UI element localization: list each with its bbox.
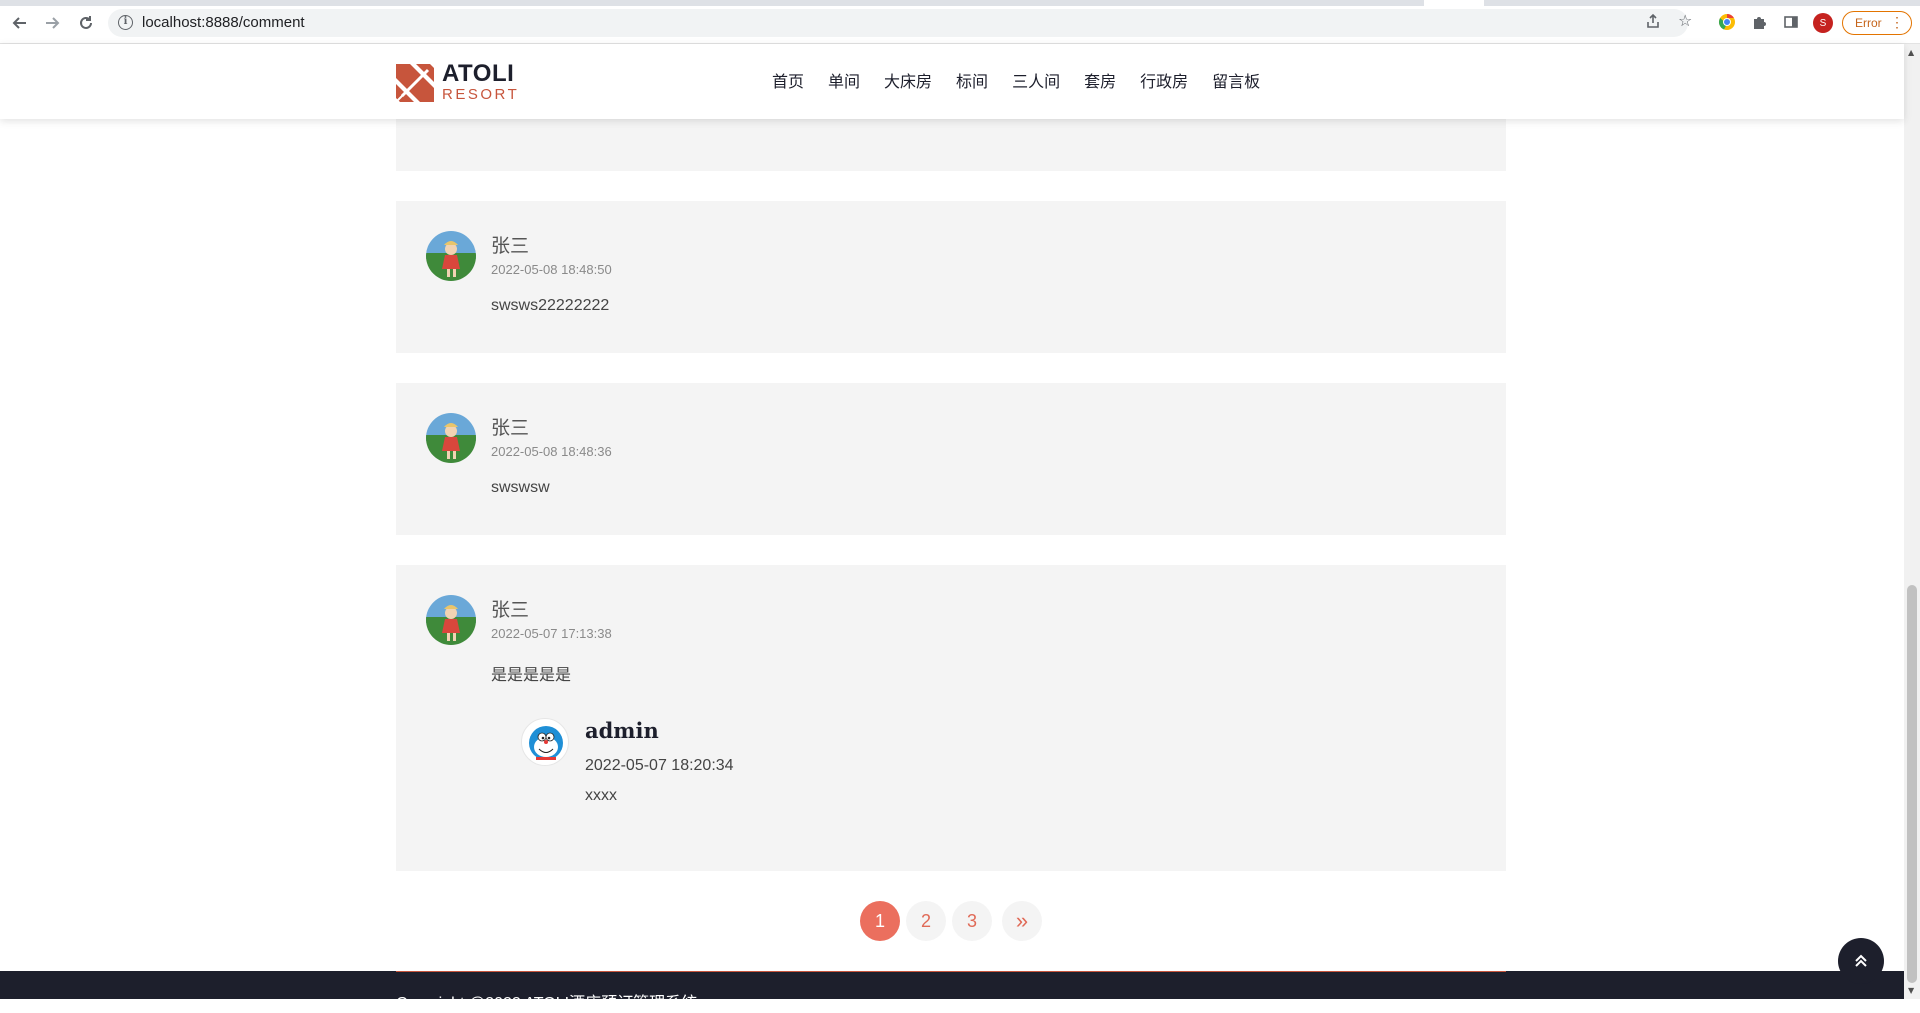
address-bar[interactable]: i localhost:8888/comment xyxy=(108,9,1688,37)
nav-item-standard[interactable]: 标间 xyxy=(944,70,1000,94)
forward-icon[interactable] xyxy=(40,11,64,35)
comment-date: 2022-05-07 17:13:38 xyxy=(491,626,612,641)
nav-item-home[interactable]: 首页 xyxy=(760,70,816,94)
logo-subtitle: RESORT xyxy=(442,86,520,103)
nav-item-suite[interactable]: 套房 xyxy=(1072,70,1128,94)
nav-item-triple[interactable]: 三人间 xyxy=(1000,70,1072,94)
back-to-top-button[interactable] xyxy=(1838,938,1884,984)
site-logo[interactable]: ATOLI RESORT xyxy=(396,60,520,104)
next-page-button[interactable]: » xyxy=(1002,901,1042,941)
footer-divider xyxy=(396,971,1506,972)
user-avatar xyxy=(426,595,476,645)
tab-strip xyxy=(0,0,1920,6)
comment-author: 张三 xyxy=(491,417,530,439)
reply-date: 2022-05-07 18:20:34 xyxy=(585,757,734,774)
extension-chrome-icon[interactable] xyxy=(1717,12,1737,32)
admin-reply: admin 2022-05-07 18:20:34 xxxx xyxy=(521,718,1121,818)
bookmark-star-icon[interactable]: ☆ xyxy=(1678,11,1692,30)
url-text: localhost:8888/comment xyxy=(142,14,305,31)
site-info-icon[interactable]: i xyxy=(118,15,133,30)
profile-avatar[interactable]: S xyxy=(1813,13,1833,33)
extensions-puzzle-icon[interactable] xyxy=(1749,12,1769,32)
comment-text: swsws22222222 xyxy=(491,297,610,314)
comment-text: 是是是是是 xyxy=(491,667,572,684)
kebab-menu-icon[interactable]: ⋮ xyxy=(1890,14,1904,31)
logo-mark-icon xyxy=(396,64,434,102)
double-chevron-right-icon: » xyxy=(1015,908,1029,933)
comment-author: 张三 xyxy=(491,235,530,257)
scrollbar-thumb[interactable] xyxy=(1907,585,1917,983)
reply-author: admin xyxy=(585,718,659,743)
page-3-button[interactable]: 3 xyxy=(952,901,992,941)
pagination: 1 2 3 » xyxy=(860,901,1042,941)
reply-text: xxxx xyxy=(585,787,617,804)
nav-item-king[interactable]: 大床房 xyxy=(872,70,944,94)
scroll-up-icon[interactable]: ▲ xyxy=(1908,48,1914,57)
comment-card: 张三 2022-05-08 18:48:50 swsws22222222 xyxy=(396,201,1506,353)
side-panel-icon[interactable] xyxy=(1781,12,1801,32)
admin-avatar xyxy=(521,718,569,766)
page-scrollbar[interactable]: ▲ ▼ xyxy=(1904,44,1920,999)
comment-card-partial xyxy=(396,119,1506,171)
site-footer: Copyright @2022 ATOLI酒店预订管理系统 xyxy=(0,971,1904,1012)
user-avatar xyxy=(426,413,476,463)
page-2-button[interactable]: 2 xyxy=(906,901,946,941)
double-chevron-up-icon xyxy=(1855,954,1867,967)
main-nav: 首页 单间 大床房 标间 三人间 套房 行政房 留言板 xyxy=(760,70,1272,94)
footer-copyright: Copyright @2022 ATOLI酒店预订管理系统 xyxy=(396,995,698,1012)
browser-toolbar: i localhost:8888/comment ☆ S Error ⋮ xyxy=(0,0,1920,44)
scroll-down-icon[interactable]: ▼ xyxy=(1908,986,1914,995)
comment-date: 2022-05-08 18:48:50 xyxy=(491,262,612,277)
comment-card: 张三 2022-05-07 17:13:38 是是是是是 admin 2022-… xyxy=(396,565,1506,871)
error-button[interactable]: Error ⋮ xyxy=(1842,11,1912,35)
comment-date: 2022-05-08 18:48:36 xyxy=(491,444,612,459)
logo-title: ATOLI xyxy=(442,60,515,87)
nav-item-executive[interactable]: 行政房 xyxy=(1128,70,1200,94)
page-1-button[interactable]: 1 xyxy=(860,901,900,941)
site-header: ATOLI RESORT 首页 单间 大床房 标间 三人间 套房 行政房 留言板 xyxy=(0,44,1904,119)
reload-icon[interactable] xyxy=(74,11,98,35)
nav-item-single[interactable]: 单间 xyxy=(816,70,872,94)
user-avatar xyxy=(426,231,476,281)
nav-item-guestbook[interactable]: 留言板 xyxy=(1200,70,1272,94)
error-label: Error xyxy=(1855,16,1882,30)
share-icon[interactable] xyxy=(1645,13,1661,33)
comment-card: 张三 2022-05-08 18:48:36 swswsw xyxy=(396,383,1506,535)
active-tab[interactable] xyxy=(1424,0,1484,6)
back-icon[interactable] xyxy=(8,11,32,35)
comment-text: swswsw xyxy=(491,479,550,496)
comment-author: 张三 xyxy=(491,599,530,621)
